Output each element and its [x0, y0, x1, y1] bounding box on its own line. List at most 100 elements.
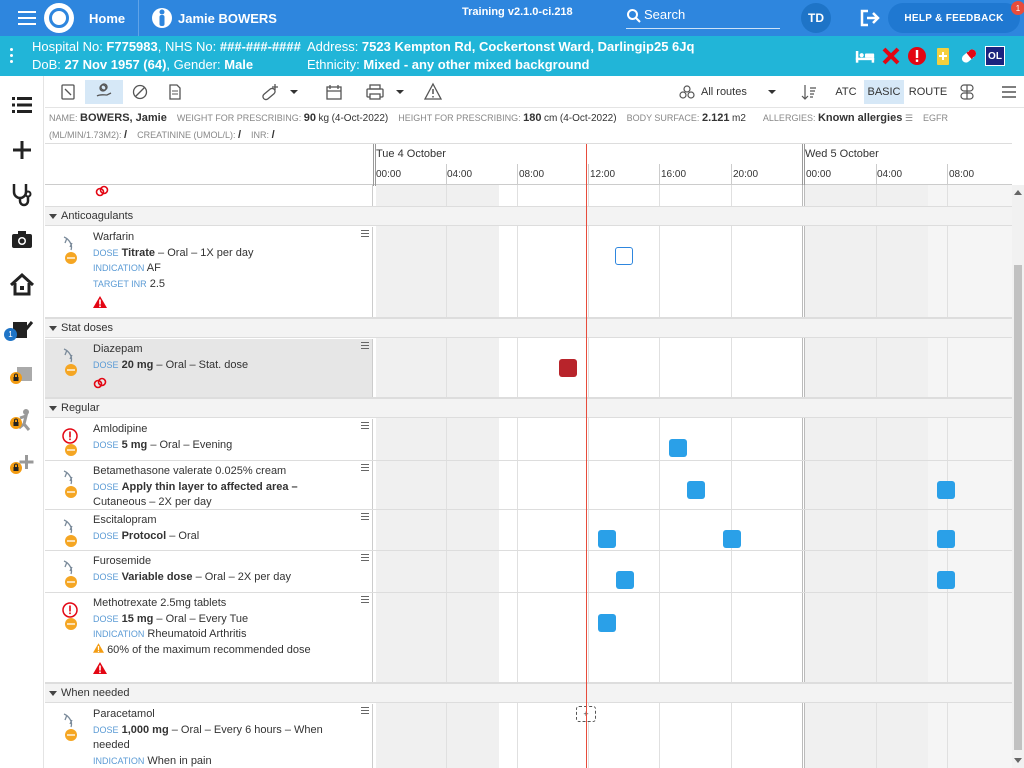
row-menu-icon[interactable]: [361, 464, 369, 472]
view-toggle-icon[interactable]: [958, 80, 976, 104]
timeline-header: Tue 4 October Wed 5 October 00:00 04:00 …: [45, 143, 1012, 186]
day-label-wed: Wed 5 October: [805, 148, 879, 160]
scheduled-dose[interactable]: [598, 614, 616, 632]
section-anticoagulants[interactable]: Anticoagulants: [45, 206, 1012, 226]
cross-alert-icon[interactable]: [881, 46, 901, 66]
oral-medication-icon: [63, 236, 77, 264]
chevron-down-icon[interactable]: [289, 80, 299, 104]
warning-icon[interactable]: [423, 80, 443, 104]
medication-box-icon[interactable]: [933, 46, 953, 66]
add-icon[interactable]: [8, 136, 36, 164]
section-regular[interactable]: Regular: [45, 398, 1012, 418]
document-icon[interactable]: [167, 80, 183, 104]
logout-icon[interactable]: [860, 9, 880, 27]
scheduled-dose[interactable]: [723, 530, 741, 548]
patient-name[interactable]: Jamie BOWERS: [178, 11, 277, 26]
address-line: Address: 7523 Kempton Rd, Cockertonst Wa…: [307, 39, 695, 54]
row-menu-icon[interactable]: [361, 342, 369, 350]
row-menu-icon[interactable]: [361, 707, 369, 715]
sort-icon[interactable]: [801, 80, 817, 104]
scheduled-dose[interactable]: [937, 481, 955, 499]
app-logo[interactable]: [44, 3, 74, 33]
pill-icon[interactable]: [959, 46, 979, 66]
route-warning-icon: [95, 185, 109, 197]
locked-add-icon[interactable]: [8, 451, 36, 479]
scheduled-dose[interactable]: [687, 481, 705, 499]
list-icon[interactable]: [8, 91, 36, 119]
ol-badge[interactable]: OL: [985, 46, 1005, 66]
medication-row-paracetamol[interactable]: Paracetamol DOSE 1,000 mg – Oral – Every…: [45, 704, 1012, 768]
notes-badge: 1: [4, 328, 17, 341]
scheduled-dose[interactable]: [598, 530, 616, 548]
medication-row-amlodipine[interactable]: Amlodipine DOSE 5 mg – Oral – Evening: [45, 419, 1012, 461]
left-navigation: 1: [0, 76, 44, 768]
print-icon[interactable]: [365, 80, 385, 104]
menu-icon[interactable]: [18, 11, 36, 25]
scheduled-dose[interactable]: [616, 571, 634, 589]
dose-warning-icon: [93, 642, 104, 653]
section-when-needed[interactable]: When needed: [45, 683, 1012, 703]
bed-icon[interactable]: [855, 46, 875, 66]
day-label-tue: Tue 4 October: [376, 148, 446, 160]
scrollbar-thumb[interactable]: [1014, 265, 1022, 750]
row-menu-icon[interactable]: [361, 596, 369, 604]
alert-triangle-icon[interactable]: [93, 662, 107, 674]
medication-row-diazepam[interactable]: Diazepam DOSE 20 mg – Oral – Stat. dose: [45, 339, 1012, 398]
hour-label: 04:00: [447, 169, 473, 180]
banner-more-icon[interactable]: [10, 48, 16, 64]
hamburger-menu-icon[interactable]: [1001, 80, 1017, 104]
home-icon[interactable]: [8, 271, 36, 299]
add-medication-icon[interactable]: [259, 80, 281, 104]
stat-dose-overdue[interactable]: [559, 359, 577, 377]
allergies-link[interactable]: Known allergies: [818, 112, 902, 124]
row-menu-icon[interactable]: [361, 554, 369, 562]
row-menu-icon[interactable]: [361, 230, 369, 238]
medication-row-betamethasone[interactable]: Betamethasone valerate 0.025% cream DOSE…: [45, 461, 1012, 510]
administration-view-button[interactable]: [85, 80, 123, 104]
hour-label: 08:00: [519, 169, 545, 180]
hour-label: 08:00: [949, 169, 975, 180]
routes-chevron-down-icon[interactable]: [767, 80, 777, 104]
camera-icon[interactable]: [8, 226, 36, 254]
allergies-menu-icon[interactable]: ☰: [905, 113, 913, 123]
oral-medication-icon: [63, 519, 77, 547]
medication-row: [45, 185, 1012, 207]
locked-chart-icon[interactable]: [8, 361, 36, 389]
divider: [138, 0, 139, 36]
scheduled-dose[interactable]: [937, 571, 955, 589]
row-menu-icon[interactable]: [361, 422, 369, 430]
med-name: Methotrexate 2.5mg tablets: [93, 597, 227, 609]
calendar-add-icon[interactable]: [325, 80, 343, 104]
exclamation-alert-icon[interactable]: [907, 46, 927, 66]
oral-medication-icon: [63, 348, 77, 376]
scroll-up-arrow[interactable]: [1014, 190, 1022, 195]
basic-button[interactable]: BASIC: [864, 80, 904, 104]
hour-label: 20:00: [733, 169, 759, 180]
patient-info-line: NAME: BOWERS, Jamie WEIGHT FOR PRESCRIBI…: [49, 112, 948, 141]
search-input[interactable]: Search: [626, 5, 780, 29]
routes-icon: [679, 85, 695, 99]
scheduled-dose-pending[interactable]: [615, 247, 633, 265]
home-link[interactable]: Home: [89, 11, 125, 26]
medication-row-methotrexate[interactable]: Methotrexate 2.5mg tablets DOSE 15 mg – …: [45, 593, 1012, 683]
medication-row-furosemide[interactable]: Furosemide DOSE Variable dose – Oral – 2…: [45, 551, 1012, 593]
hour-label: 04:00: [877, 169, 903, 180]
stethoscope-icon[interactable]: [8, 180, 36, 208]
print-chevron-down-icon[interactable]: [395, 80, 405, 104]
medication-row-escitalopram[interactable]: Escitalopram DOSE Protocol – Oral: [45, 510, 1012, 551]
calculator-icon[interactable]: [59, 80, 77, 104]
alert-triangle-icon[interactable]: [93, 296, 107, 308]
medication-row-warfarin[interactable]: Warfarin DOSE Titrate – Oral – 1X per da…: [45, 227, 1012, 318]
scroll-down-arrow[interactable]: [1014, 758, 1022, 763]
user-avatar[interactable]: TD: [801, 3, 831, 33]
scheduled-dose[interactable]: [669, 439, 687, 457]
section-stat-doses[interactable]: Stat doses: [45, 318, 1012, 338]
routes-select[interactable]: All routes: [679, 80, 779, 104]
help-feedback-button[interactable]: HELP & FEEDBACK: [888, 3, 1020, 33]
no-entry-icon[interactable]: [131, 80, 149, 104]
locked-activity-icon[interactable]: [8, 406, 36, 434]
scheduled-dose[interactable]: [937, 530, 955, 548]
route-button[interactable]: ROUTE: [907, 80, 949, 104]
row-menu-icon[interactable]: [361, 513, 369, 521]
atc-button[interactable]: ATC: [831, 80, 861, 104]
